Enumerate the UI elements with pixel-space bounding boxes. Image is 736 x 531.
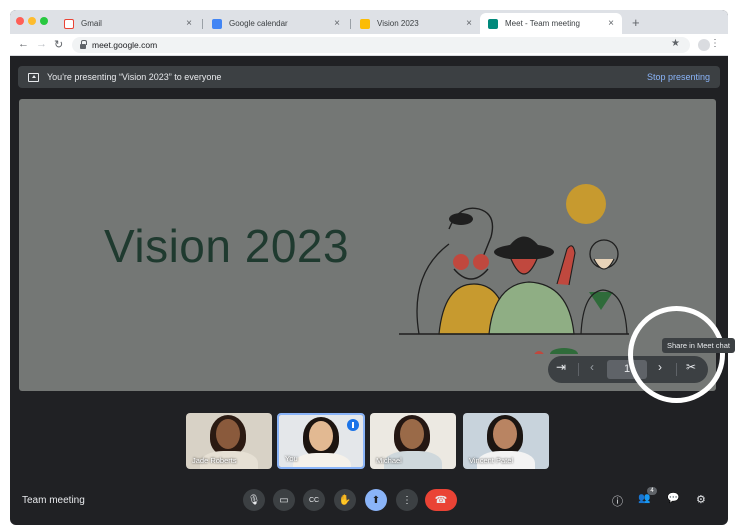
leave-call-button[interactable]: ☎ (425, 489, 457, 511)
meeting-title: Team meeting (22, 495, 85, 506)
participant-face (493, 419, 517, 449)
address-bar: ← → ↻ meet.google.com ★ ⋮ (10, 34, 728, 56)
raise-hand-button[interactable]: ✋ (334, 489, 356, 511)
bowl-apple (534, 351, 544, 354)
bowl-leaf (550, 348, 578, 354)
slides-icon (360, 18, 370, 29)
new-tab-button[interactable]: + (632, 15, 640, 30)
previous-slide-icon[interactable]: ‹ (590, 360, 594, 374)
speaking-indicator-icon (347, 419, 359, 431)
person2-body (488, 281, 575, 335)
tab-bar: Gmail × Google calendar × Vision 2023 × … (10, 10, 728, 34)
close-tab-icon[interactable]: × (334, 18, 340, 29)
slide-illustration (399, 184, 629, 354)
participant-face (216, 419, 240, 449)
browser-menu-icon[interactable]: ⋮ (710, 38, 720, 49)
presentation-slide: Vision 2023 ⇥ ‹ 1 › ✂ (19, 99, 716, 391)
person3-face (593, 258, 615, 270)
calendar-icon (212, 18, 222, 29)
chat-icon[interactable]: 💬 (667, 493, 679, 504)
exit-slideshow-icon[interactable]: ⇥ (556, 360, 566, 374)
more-options-button[interactable]: ⋮ (396, 489, 418, 511)
participant-name: Vincent Patel (469, 456, 514, 465)
participant-body (293, 453, 351, 467)
person1-face (453, 268, 489, 280)
participant-tile[interactable]: Vincent Patel (463, 413, 549, 469)
control-divider (578, 363, 579, 376)
minimize-window-button[interactable] (28, 17, 36, 25)
activities-icon[interactable]: ⚙ (696, 493, 706, 506)
camera-button[interactable]: ▭ (273, 489, 295, 511)
presenting-message: You're presenting “Vision 2023” to every… (47, 72, 222, 82)
back-icon[interactable]: ← (18, 38, 29, 50)
stop-presenting-button[interactable]: Stop presenting (647, 72, 710, 82)
participant-tile-self[interactable]: You (277, 413, 365, 469)
forward-icon[interactable]: → (36, 38, 47, 50)
reload-icon[interactable]: ↻ (54, 38, 63, 51)
participant-tile[interactable]: Michael (370, 413, 456, 469)
participant-name: Michael (376, 456, 402, 465)
lock-icon[interactable] (80, 39, 87, 49)
tab-gmail[interactable]: Gmail × (56, 13, 200, 34)
person1-cheek-right (473, 254, 489, 270)
profile-avatar[interactable] (698, 39, 710, 51)
participant-name: You (285, 454, 298, 463)
tab-vision-2023[interactable]: Vision 2023 × (352, 13, 480, 34)
tab-meet-team-meeting[interactable]: Meet - Team meeting × (480, 13, 622, 34)
bookmark-star-icon[interactable]: ★ (671, 38, 680, 49)
url-text: meet.google.com (92, 40, 158, 50)
person1-cheek-left (453, 254, 469, 270)
meeting-info-icon[interactable]: ⓘ (612, 493, 623, 509)
slide-title: Vision 2023 (104, 220, 350, 272)
tab-separator (202, 19, 203, 29)
sun-shape (566, 184, 606, 224)
gmail-icon (64, 18, 74, 29)
person2-hat-top (507, 236, 541, 249)
share-in-chat-tooltip: Share in Meet chat (662, 338, 735, 353)
participant-tile[interactable]: Jade Roberts (186, 413, 272, 469)
maximize-window-button[interactable] (40, 17, 48, 25)
meet-icon (488, 18, 498, 29)
url-input[interactable]: meet.google.com (72, 37, 690, 53)
close-window-button[interactable] (16, 17, 24, 25)
dog-ear (449, 213, 473, 225)
highlight-ring (628, 306, 725, 403)
close-tab-icon[interactable]: × (186, 18, 192, 29)
tab-separator (350, 19, 351, 29)
present-now-button[interactable]: ⬆ (365, 489, 387, 511)
microphone-button[interactable]: 🎙 (243, 489, 265, 511)
presenting-banner: You're presenting “Vision 2023” to every… (18, 66, 720, 88)
captions-button[interactable]: CC (303, 489, 325, 511)
close-tab-icon[interactable]: × (608, 18, 614, 29)
close-tab-icon[interactable]: × (466, 18, 472, 29)
participant-face (400, 419, 424, 449)
person2-raised-hand (556, 245, 576, 286)
people-count-badge: 4 (647, 487, 657, 495)
participant-name: Jade Roberts (192, 456, 237, 465)
tab-google-calendar[interactable]: Google calendar × (204, 13, 348, 34)
present-screen-icon (28, 72, 39, 82)
participant-face (309, 421, 333, 451)
person2-face (510, 258, 538, 275)
